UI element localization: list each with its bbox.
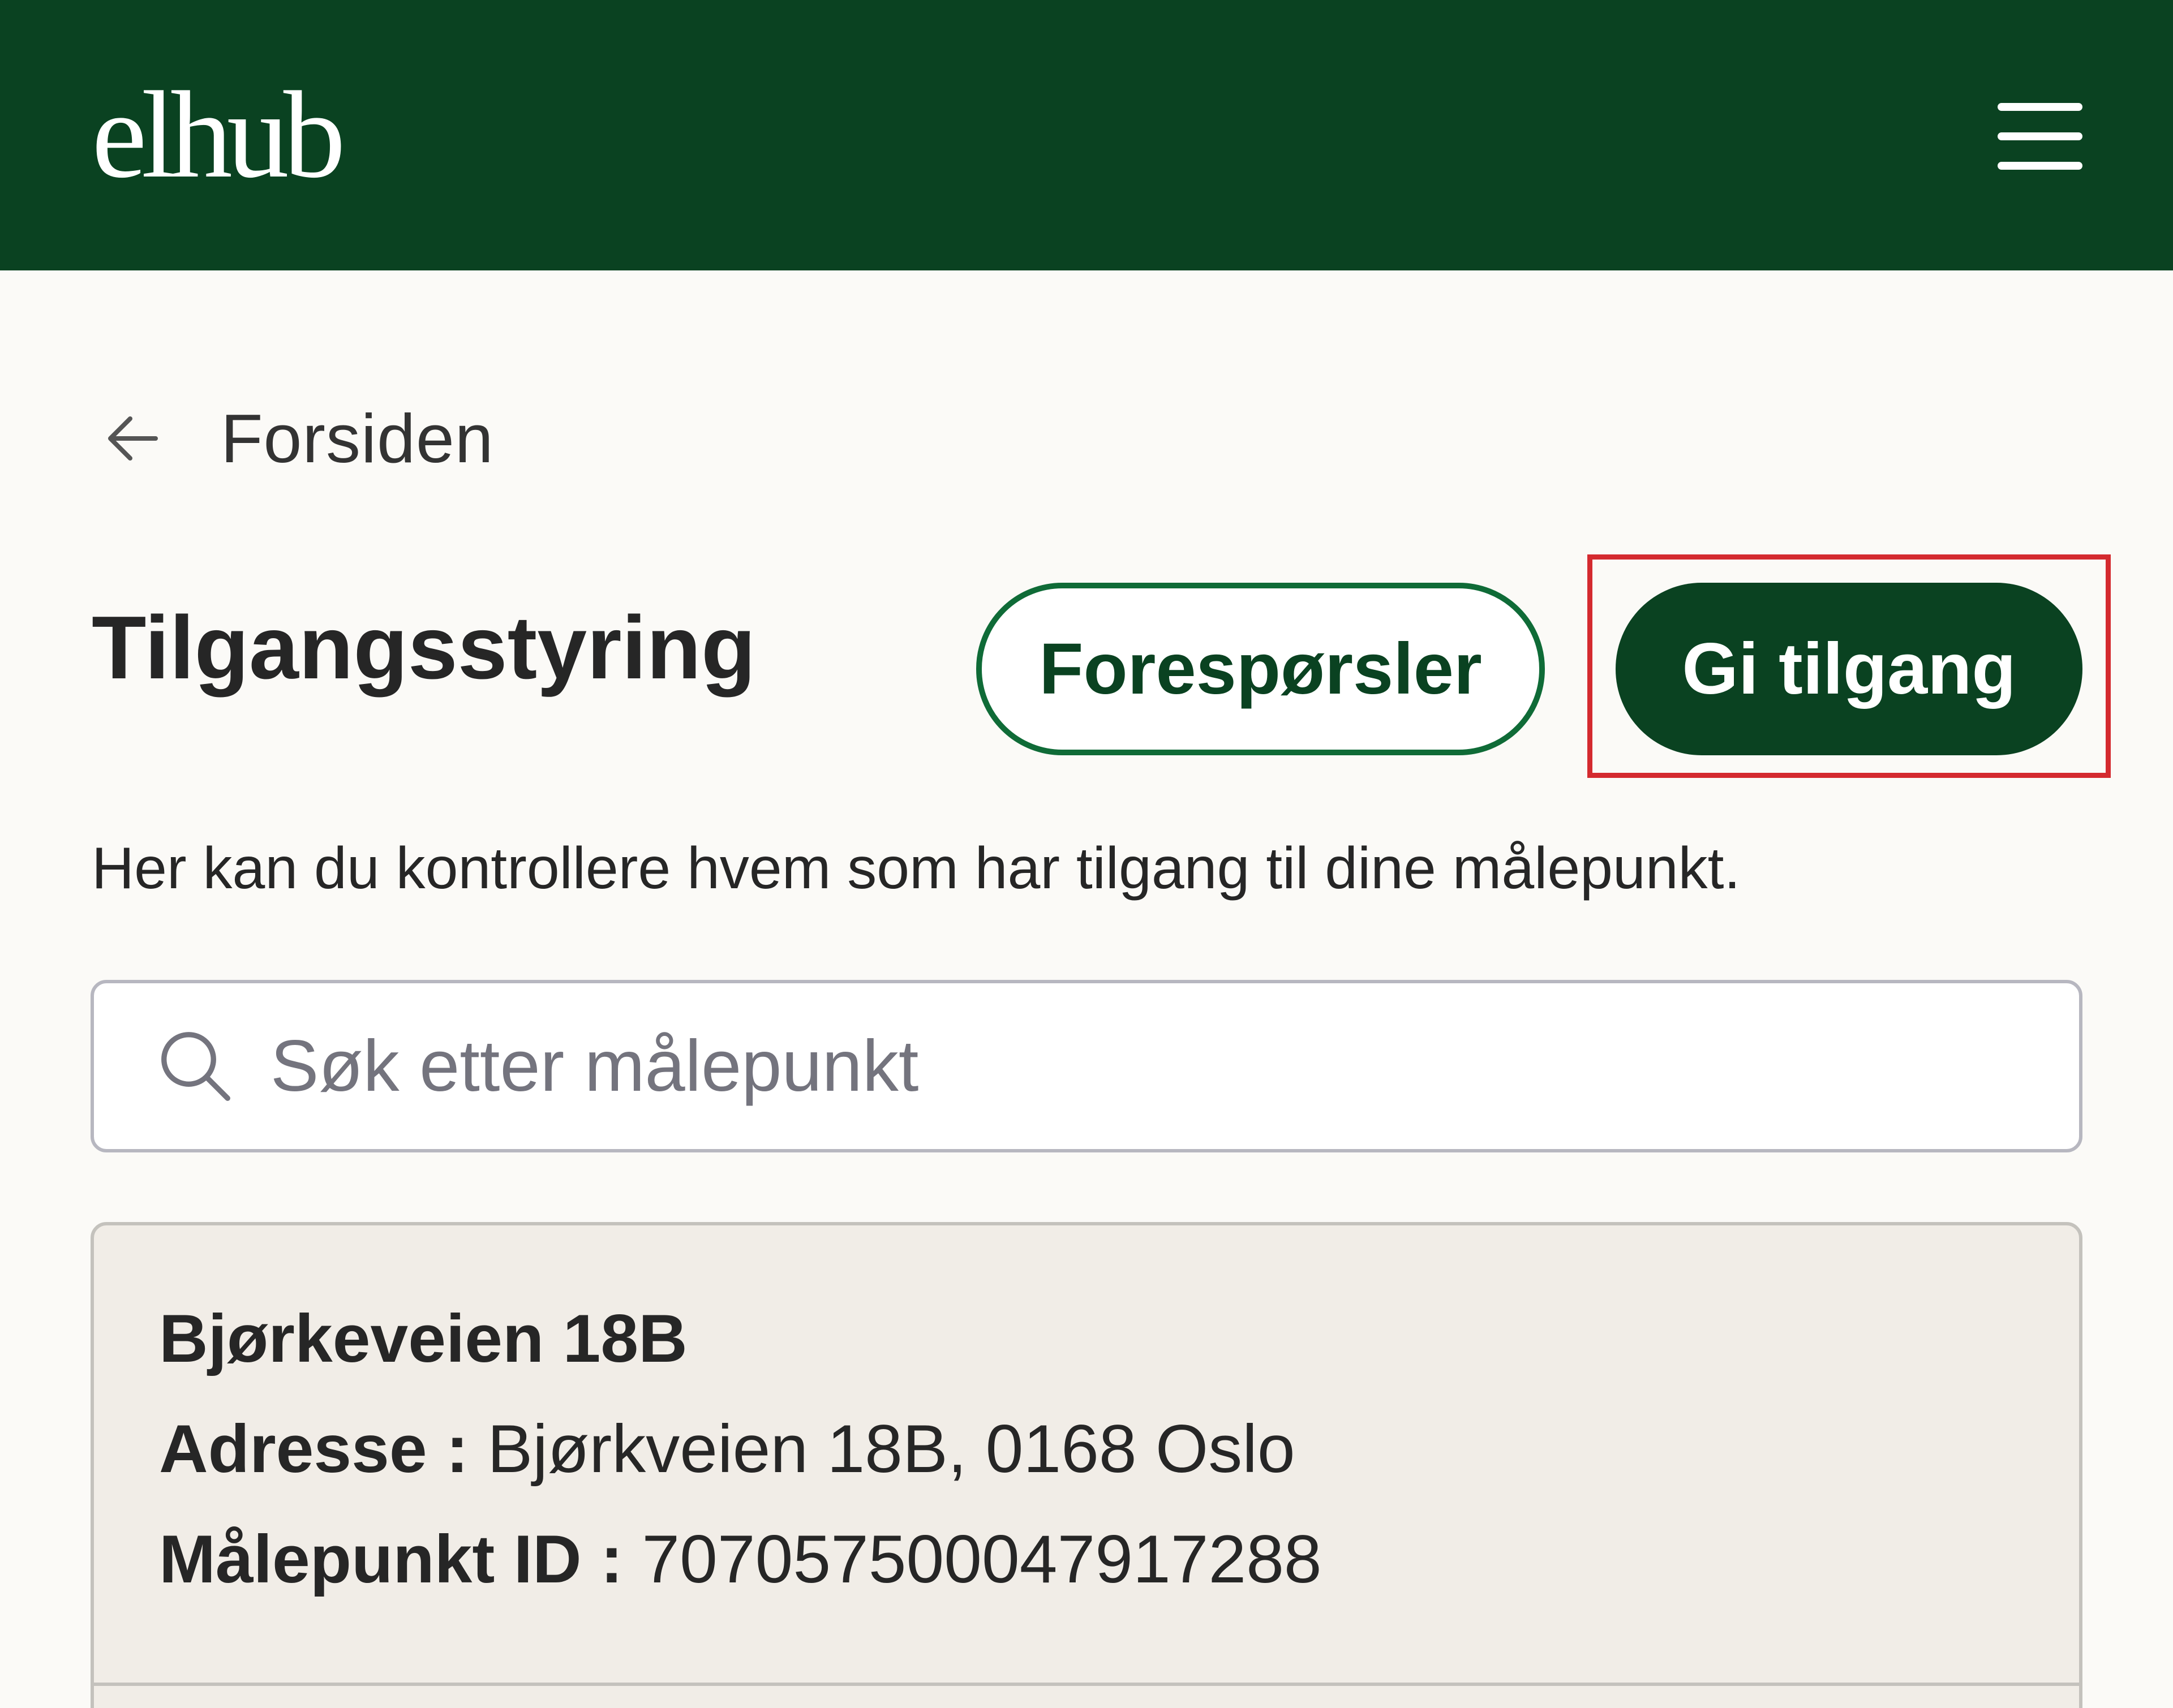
card-divider bbox=[94, 1683, 2079, 1686]
meter-id-label: Målepunkt ID : bbox=[159, 1521, 624, 1597]
elhub-logo[interactable]: elhub bbox=[92, 72, 346, 197]
search-input[interactable] bbox=[269, 1009, 1913, 1124]
requests-button[interactable]: Forespørsler bbox=[976, 583, 1545, 755]
page-description: Her kan du kontrollere hvem som har tilg… bbox=[92, 836, 1741, 901]
address-value: Bjørkveien 18B, 0168 Oslo bbox=[487, 1411, 1295, 1487]
arrow-left-icon bbox=[108, 416, 158, 461]
menu-line-top bbox=[1998, 103, 2082, 111]
page: elhub Forsiden Tilgangsstyring Forespørs… bbox=[0, 0, 2173, 1708]
menu-line-bottom bbox=[1998, 162, 2082, 170]
page-title: Tilgangsstyring bbox=[92, 598, 756, 698]
grant-access-button-label: Gi tilgang bbox=[1682, 629, 2016, 709]
back-link-forsiden[interactable]: Forsiden bbox=[99, 396, 494, 481]
requests-button-label: Forespørsler bbox=[1039, 629, 1482, 709]
menu-line-middle bbox=[1998, 132, 2082, 140]
back-link-label: Forsiden bbox=[221, 400, 494, 477]
search-icon bbox=[161, 1031, 230, 1101]
meter-point-card[interactable]: Bjørkeveien 18B Adresse : Bjørkveien 18B… bbox=[91, 1222, 2082, 1708]
meter-point-address: Adresse : Bjørkveien 18B, 0168 Oslo bbox=[159, 1409, 1295, 1488]
address-label: Adresse : bbox=[159, 1411, 469, 1487]
top-header: elhub bbox=[0, 0, 2173, 270]
meter-id-value: 707057500047917288 bbox=[642, 1521, 1322, 1597]
search-field[interactable] bbox=[91, 980, 2082, 1152]
grant-access-button[interactable]: Gi tilgang bbox=[1616, 583, 2082, 755]
meter-point-id: Målepunkt ID : 707057500047917288 bbox=[159, 1520, 1322, 1599]
hamburger-menu-icon[interactable] bbox=[1986, 92, 2088, 182]
meter-point-name: Bjørkeveien 18B bbox=[159, 1301, 688, 1376]
